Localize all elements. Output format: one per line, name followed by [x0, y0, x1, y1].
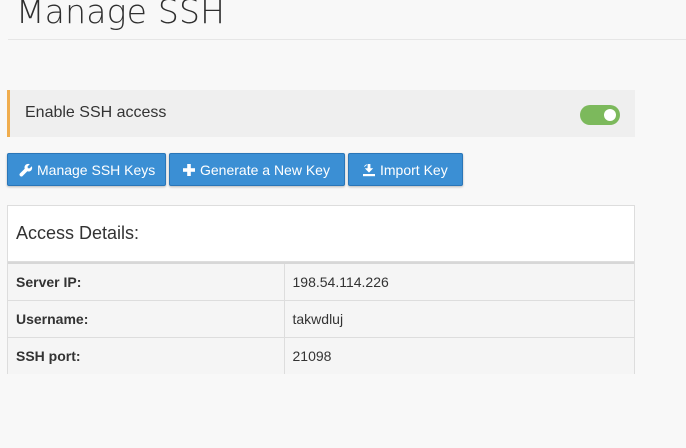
- table-row-server-ip: Server IP: 198.54.114.226: [8, 262, 634, 300]
- toggle-knob: [604, 109, 616, 121]
- username-label: Username:: [8, 299, 285, 337]
- ssh-access-toggle[interactable]: [580, 105, 620, 125]
- page-title: Manage SSH: [16, 0, 226, 31]
- ssh-port-value: 21098: [284, 336, 634, 374]
- title-divider: [8, 39, 686, 40]
- server-ip-label: Server IP:: [8, 262, 285, 300]
- plus-icon: [182, 163, 196, 177]
- import-key-button[interactable]: Import Key: [348, 153, 463, 186]
- manage-ssh-keys-button[interactable]: Manage SSH Keys: [7, 153, 166, 186]
- generate-new-key-button[interactable]: Generate a New Key: [169, 153, 345, 186]
- import-icon: [362, 163, 376, 177]
- username-value: takwdluj: [284, 299, 634, 337]
- ssh-port-label: SSH port:: [8, 336, 285, 374]
- access-details-heading: Access Details:: [8, 206, 634, 262]
- ssh-access-label: Enable SSH access: [25, 104, 167, 121]
- manage-ssh-keys-label: Manage SSH Keys: [37, 161, 156, 178]
- access-details-panel: Access Details: Server IP: 198.54.114.22…: [7, 205, 635, 374]
- wrench-icon: [19, 163, 33, 177]
- generate-new-key-label: Generate a New Key: [200, 161, 330, 178]
- table-row-username: Username: takwdluj: [8, 299, 634, 337]
- table-row-ssh-port: SSH port: 21098: [8, 336, 634, 374]
- manage-ssh-page: Manage SSH Enable SSH access Manage SSH …: [0, 0, 686, 448]
- ssh-access-row: Enable SSH access: [7, 90, 635, 137]
- access-details-table: Server IP: 198.54.114.226 Username: takw…: [8, 262, 634, 374]
- import-key-label: Import Key: [380, 161, 448, 178]
- server-ip-value: 198.54.114.226: [284, 262, 634, 300]
